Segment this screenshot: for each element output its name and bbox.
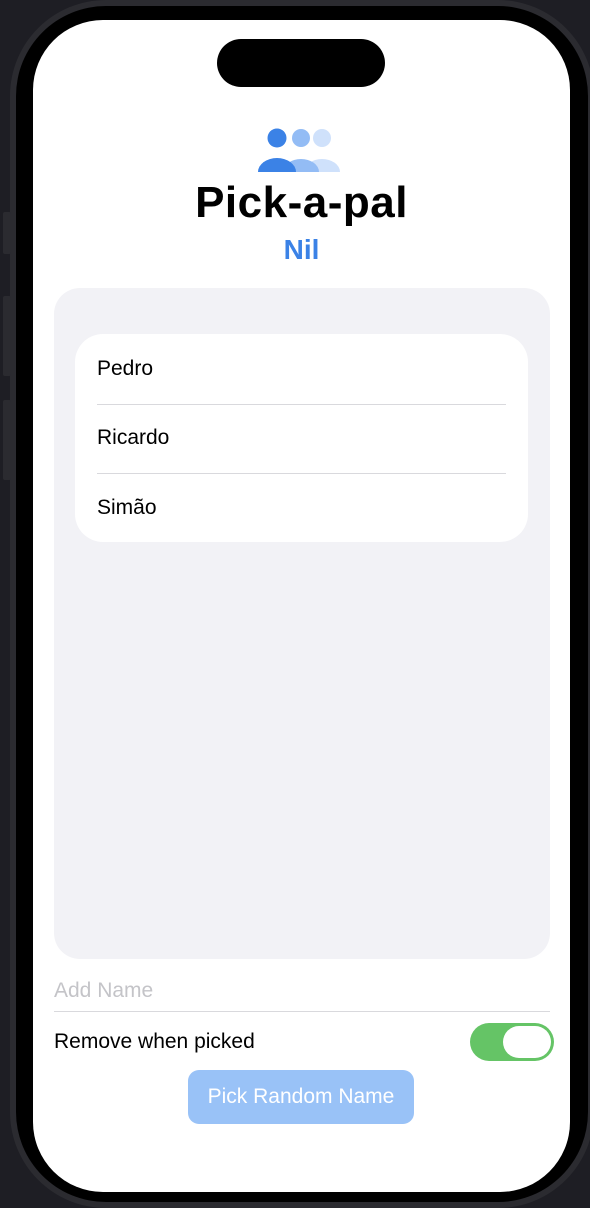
add-name-input[interactable] (54, 970, 550, 1012)
app-screen: Pick-a-pal Nil Pedro Ricardo Simão Remov… (33, 20, 570, 1192)
dynamic-island (217, 39, 385, 87)
pick-random-name-button[interactable]: Pick Random Name (188, 1070, 414, 1124)
app-title: Pick-a-pal (195, 178, 408, 227)
picked-name-label: Nil (283, 234, 320, 265)
names-list-panel: Pedro Ricardo Simão (54, 288, 550, 959)
list-item[interactable]: Simão (75, 473, 528, 542)
list-item[interactable]: Pedro (75, 334, 528, 404)
volume-down-button (3, 400, 11, 480)
remove-when-picked-label: Remove when picked (54, 1030, 255, 1053)
remove-when-picked-row: Remove when picked (54, 1020, 554, 1064)
volume-up-button (3, 296, 11, 376)
person-3-icon (258, 128, 340, 172)
action-button (3, 212, 11, 254)
remove-when-picked-toggle[interactable] (470, 1023, 554, 1061)
toggle-knob (503, 1026, 551, 1058)
list-item[interactable]: Ricardo (75, 403, 528, 474)
names-list: Pedro Ricardo Simão (75, 334, 528, 542)
